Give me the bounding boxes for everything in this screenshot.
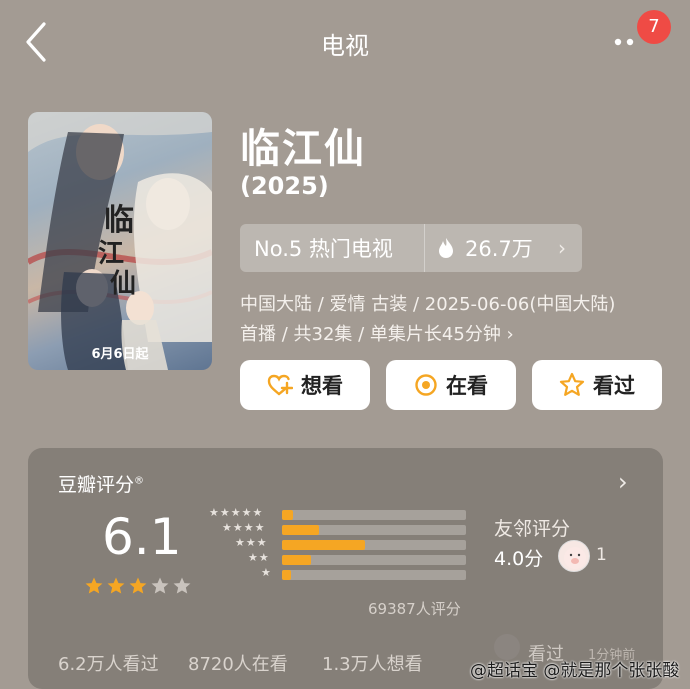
- watching-label: 在看: [446, 374, 488, 398]
- svg-text:江: 江: [98, 239, 124, 269]
- distribution-bar-track: [282, 540, 466, 550]
- stat-want[interactable]: 1.3万人想看: [322, 650, 423, 676]
- target-circle-icon: [415, 374, 437, 396]
- distribution-bar-track: [282, 525, 466, 535]
- friend-rating-score: 4.0分: [494, 548, 544, 570]
- distribution-row: ★★★: [208, 536, 488, 552]
- heat-value: 26.7万: [465, 237, 533, 261]
- star-filled-icon: [129, 577, 147, 594]
- stat-watched[interactable]: 6.2万人看过: [58, 650, 159, 676]
- page-title: 电视: [321, 32, 369, 60]
- rating-card-title: 豆瓣评分®: [58, 474, 145, 496]
- star-filled-icon: [107, 577, 125, 594]
- distribution-bar: [282, 525, 319, 535]
- distribution-bar-track: [282, 570, 466, 580]
- star-empty-icon: [173, 577, 191, 594]
- distribution-bar: [282, 510, 294, 520]
- top-bar: 电视 7: [0, 0, 690, 84]
- flame-icon: [439, 238, 453, 258]
- chevron-right-icon[interactable]: ›: [618, 468, 628, 496]
- distribution-bar: [282, 540, 365, 550]
- watching-button[interactable]: 在看: [386, 360, 516, 410]
- distribution-stars-label: ★★★★★: [209, 506, 264, 519]
- distribution-bar: [282, 555, 312, 565]
- rating-stars: [84, 576, 192, 596]
- meta-info-line2[interactable]: 首播 / 共32集 / 单集片长45分钟 ›: [240, 320, 514, 346]
- friend-count: 1: [596, 545, 607, 565]
- rating-card[interactable]: 豆瓣评分® › 6.1 ★★★★★ ★★★★ ★★★ ★★ ★ 69387人评分 友邻评…: [28, 448, 663, 689]
- show-title: 临江仙: [240, 126, 366, 172]
- stat-watching[interactable]: 8720人在看: [188, 650, 288, 676]
- svg-text:临: 临: [104, 203, 134, 238]
- watched-button[interactable]: 看过: [532, 360, 662, 410]
- avatar[interactable]: [558, 540, 590, 572]
- distribution-bar: [282, 570, 292, 580]
- want-label: 想看: [301, 374, 343, 398]
- star-filled-icon: [85, 577, 103, 594]
- poster-caption: 6月6日起: [91, 347, 149, 362]
- star-outline-icon: [559, 372, 585, 396]
- heat-value-group: 26.7万: [425, 233, 533, 263]
- distribution-bar-track: [282, 555, 466, 565]
- star-empty-icon: [151, 577, 169, 594]
- distribution-stars-label: ★★★: [235, 536, 268, 549]
- distribution-row: ★: [208, 566, 488, 582]
- poster-artwork: 临 江 仙: [28, 112, 212, 370]
- show-year: (2025): [240, 172, 329, 200]
- rating-score: 6.1: [102, 508, 182, 566]
- distribution-row: ★★★★★: [208, 506, 488, 522]
- distribution-stars-label: ★★★★: [222, 521, 266, 534]
- distribution-row: ★★: [208, 551, 488, 567]
- distribution-stars-label: ★: [261, 566, 272, 579]
- poster-image[interactable]: 临 江 仙 6月6日起: [28, 112, 212, 370]
- vote-count: 69387人评分: [368, 600, 461, 618]
- meta-info-line1: 中国大陆 / 爱情 古装 / 2025-06-06(中国大陆): [240, 294, 616, 315]
- heart-plus-icon: [267, 374, 293, 396]
- want-to-watch-button[interactable]: 想看: [240, 360, 370, 410]
- pig-avatar-icon: [564, 547, 586, 569]
- distribution-bar-track: [282, 510, 466, 520]
- svg-text:仙: 仙: [110, 269, 136, 299]
- distribution-row: ★★★★: [208, 521, 488, 537]
- rank-heat-bar[interactable]: No.5 热门电视 26.7万 ›: [240, 224, 582, 272]
- watched-label: 看过: [593, 374, 635, 398]
- friend-rating-label: 友邻评分: [494, 518, 571, 540]
- notification-badge[interactable]: 7: [637, 10, 671, 44]
- chevron-right-icon: ›: [558, 236, 566, 260]
- watermark: @超话宝 @就是那个张张酸: [470, 661, 680, 681]
- rank-label: No.5 热门电视: [254, 237, 393, 261]
- distribution-stars-label: ★★: [248, 551, 270, 564]
